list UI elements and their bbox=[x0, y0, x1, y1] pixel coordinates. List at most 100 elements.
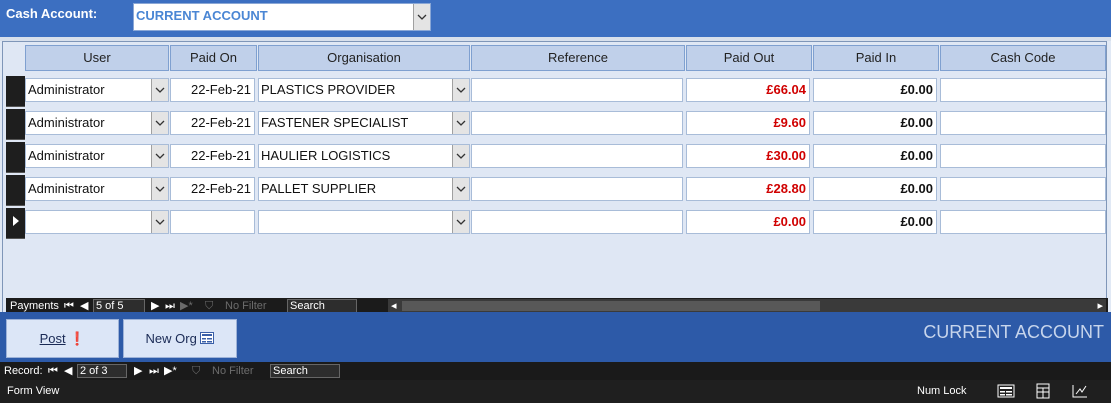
cell-paid-in[interactable]: £0.00 bbox=[813, 111, 937, 135]
payments-datasheet: User Paid On Organisation Reference Paid… bbox=[2, 41, 1108, 314]
cell-paid-out[interactable]: £30.00 bbox=[686, 144, 810, 168]
cell-user[interactable]: Administrator bbox=[25, 144, 169, 168]
first-record-icon[interactable]: ⏮ bbox=[48, 364, 58, 378]
cell-paid-on[interactable] bbox=[170, 210, 255, 234]
cell-cash-code[interactable] bbox=[940, 144, 1106, 168]
cell-paid-in[interactable]: £0.00 bbox=[813, 177, 937, 201]
last-record-icon[interactable]: ⏭ bbox=[165, 299, 175, 313]
cell-cash-code[interactable] bbox=[940, 78, 1106, 102]
new-record-icon[interactable]: ▶* bbox=[164, 364, 177, 378]
cell-reference[interactable] bbox=[471, 210, 683, 234]
scroll-left-icon[interactable]: ◂ bbox=[391, 299, 397, 313]
new-org-button[interactable]: New Org bbox=[123, 319, 237, 358]
column-header-paid-out[interactable]: Paid Out bbox=[686, 45, 812, 71]
chevron-down-icon[interactable] bbox=[151, 79, 168, 101]
post-button-label: Post bbox=[39, 331, 66, 346]
datasheet-view-icon[interactable] bbox=[1034, 383, 1052, 399]
cell-paid-out[interactable]: £0.00 bbox=[686, 210, 810, 234]
cell-value: PLASTICS PROVIDER bbox=[261, 82, 396, 97]
column-header-reference[interactable]: Reference bbox=[471, 45, 685, 71]
cell-paid-in[interactable]: £0.00 bbox=[813, 78, 937, 102]
chevron-down-icon[interactable] bbox=[452, 145, 469, 167]
cell-paid-on[interactable]: 22-Feb-21 bbox=[170, 144, 255, 168]
subform-search-input[interactable]: Search bbox=[287, 299, 357, 313]
record-selector[interactable] bbox=[6, 76, 25, 107]
cell-value: £0.00 bbox=[773, 214, 806, 229]
cell-cash-code[interactable] bbox=[940, 111, 1106, 135]
chevron-down-icon[interactable] bbox=[452, 211, 469, 233]
subform-record-position[interactable]: 5 of 5 bbox=[93, 299, 145, 313]
cell-value: Administrator bbox=[28, 148, 105, 163]
form-view-icon[interactable] bbox=[997, 383, 1015, 399]
cell-paid-on[interactable]: 22-Feb-21 bbox=[170, 78, 255, 102]
cell-user[interactable]: Administrator bbox=[25, 111, 169, 135]
form-footer: Post ❗ New Org CURRENT ACCOUNT bbox=[0, 312, 1111, 362]
previous-record-icon[interactable]: ◀ bbox=[64, 364, 72, 378]
last-record-icon[interactable]: ⏭ bbox=[149, 364, 159, 378]
first-record-icon[interactable]: ⏮ bbox=[64, 299, 74, 313]
subform-filter-status[interactable]: No Filter bbox=[225, 299, 267, 313]
chevron-down-icon[interactable] bbox=[452, 112, 469, 134]
cell-user[interactable] bbox=[25, 210, 169, 234]
cell-paid-out[interactable]: £9.60 bbox=[686, 111, 810, 135]
chevron-down-icon[interactable] bbox=[151, 145, 168, 167]
next-record-icon[interactable]: ▶ bbox=[151, 299, 159, 313]
chevron-down-icon[interactable] bbox=[452, 178, 469, 200]
cell-value: Administrator bbox=[28, 181, 105, 196]
record-search-input[interactable]: Search bbox=[270, 364, 340, 378]
record-filter-status[interactable]: No Filter bbox=[212, 364, 254, 378]
cell-reference[interactable] bbox=[471, 111, 683, 135]
cell-cash-code[interactable] bbox=[940, 210, 1106, 234]
cell-organisation[interactable]: PLASTICS PROVIDER bbox=[258, 78, 470, 102]
cell-paid-out[interactable]: £66.04 bbox=[686, 78, 810, 102]
view-mode-label: Form View bbox=[7, 385, 60, 397]
cell-user[interactable]: Administrator bbox=[25, 78, 169, 102]
cell-value: £30.00 bbox=[766, 148, 806, 163]
record-selector[interactable] bbox=[6, 142, 25, 173]
column-header-cash-code[interactable]: Cash Code bbox=[940, 45, 1106, 71]
next-record-icon[interactable]: ▶ bbox=[134, 364, 142, 378]
chevron-down-icon[interactable] bbox=[413, 4, 430, 30]
cash-account-label: Cash Account: bbox=[6, 6, 98, 21]
cell-paid-out[interactable]: £28.80 bbox=[686, 177, 810, 201]
cell-paid-in[interactable]: £0.00 bbox=[813, 210, 937, 234]
cell-paid-in[interactable]: £0.00 bbox=[813, 144, 937, 168]
cell-paid-on[interactable]: 22-Feb-21 bbox=[170, 111, 255, 135]
cell-reference[interactable] bbox=[471, 177, 683, 201]
chevron-down-icon[interactable] bbox=[452, 79, 469, 101]
cell-reference[interactable] bbox=[471, 78, 683, 102]
new-record-icon[interactable]: ▶* bbox=[180, 299, 193, 313]
cell-organisation[interactable]: PALLET SUPPLIER bbox=[258, 177, 470, 201]
chevron-down-icon[interactable] bbox=[151, 211, 168, 233]
previous-record-icon[interactable]: ◀ bbox=[80, 299, 88, 313]
cell-organisation[interactable] bbox=[258, 210, 470, 234]
column-header-paid-on[interactable]: Paid On bbox=[170, 45, 257, 71]
scroll-right-icon[interactable]: ▸ bbox=[1097, 299, 1103, 313]
payments-subform: User Paid On Organisation Reference Paid… bbox=[0, 37, 1111, 314]
filter-icon[interactable]: ⛉ bbox=[205, 299, 213, 313]
column-header-paid-in[interactable]: Paid In bbox=[813, 45, 939, 71]
cell-value: £0.00 bbox=[900, 115, 933, 130]
cash-account-value: CURRENT ACCOUNT bbox=[136, 8, 268, 23]
cell-reference[interactable] bbox=[471, 144, 683, 168]
cell-organisation[interactable]: HAULIER LOGISTICS bbox=[258, 144, 470, 168]
design-view-icon[interactable] bbox=[1071, 383, 1089, 399]
cash-account-select[interactable]: CURRENT ACCOUNT bbox=[133, 3, 431, 31]
column-header-user[interactable]: User bbox=[25, 45, 169, 71]
filter-icon[interactable]: ⛉ bbox=[192, 364, 200, 378]
record-selector[interactable] bbox=[6, 175, 25, 206]
record-selector[interactable] bbox=[6, 109, 25, 140]
horizontal-scrollbar[interactable]: ◂ ▸ bbox=[388, 299, 1106, 313]
column-header-organisation[interactable]: Organisation bbox=[258, 45, 470, 71]
cell-cash-code[interactable] bbox=[940, 177, 1106, 201]
cell-value: £0.00 bbox=[900, 148, 933, 163]
post-button[interactable]: Post ❗ bbox=[6, 319, 119, 358]
record-selector[interactable] bbox=[6, 208, 25, 239]
scrollbar-thumb[interactable] bbox=[402, 301, 820, 311]
cell-paid-on[interactable]: 22-Feb-21 bbox=[170, 177, 255, 201]
chevron-down-icon[interactable] bbox=[151, 112, 168, 134]
chevron-down-icon[interactable] bbox=[151, 178, 168, 200]
cell-user[interactable]: Administrator bbox=[25, 177, 169, 201]
record-position[interactable]: 2 of 3 bbox=[77, 364, 127, 378]
cell-organisation[interactable]: FASTENER SPECIALIST bbox=[258, 111, 470, 135]
